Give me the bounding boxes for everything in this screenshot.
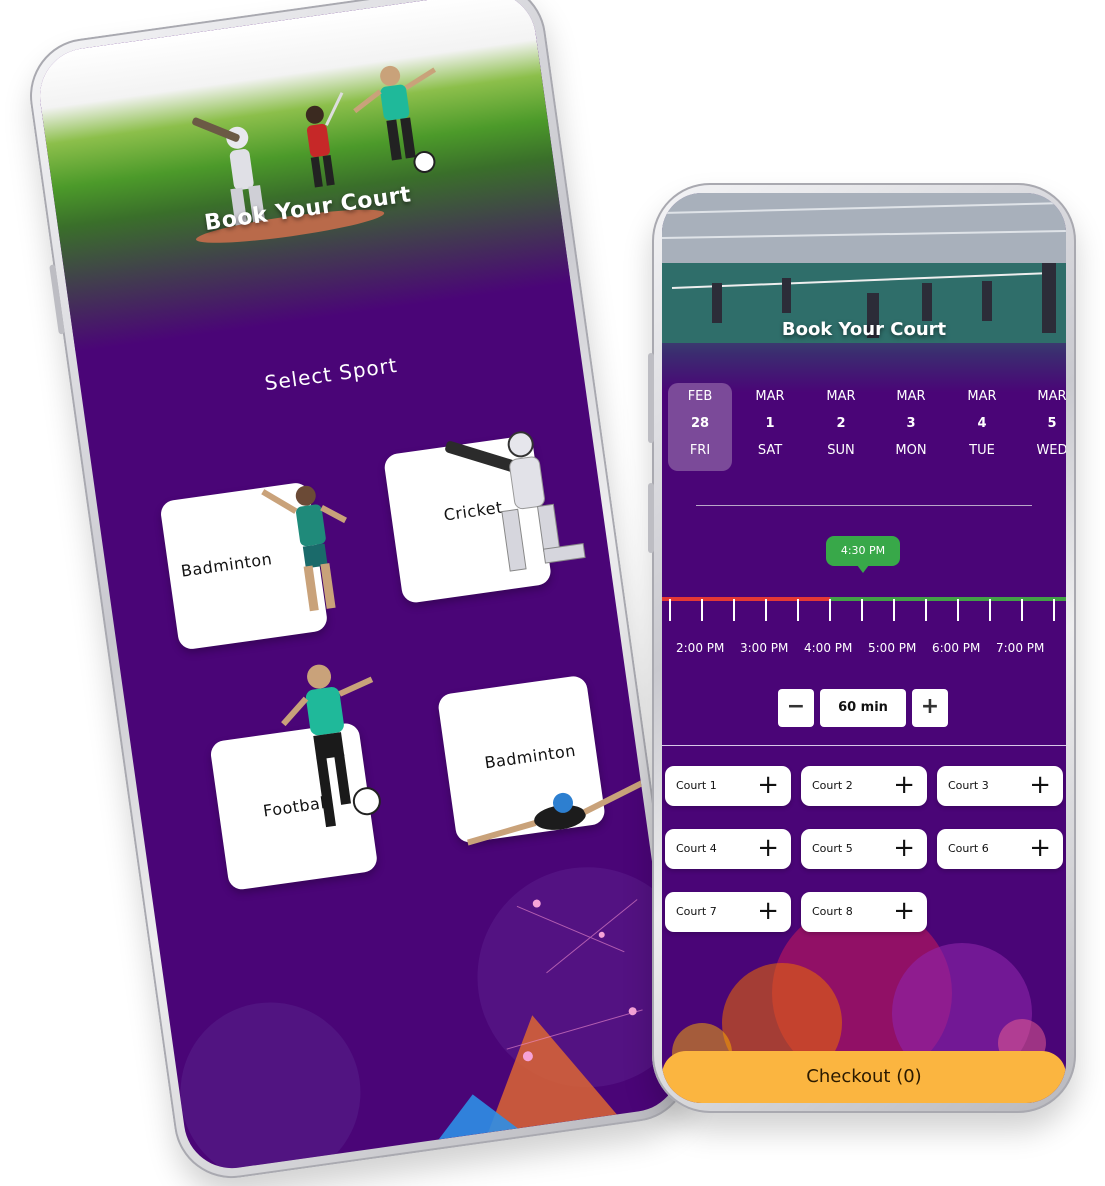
badminton-player-icon <box>261 485 347 612</box>
time-label: 6:00 PM <box>932 641 981 655</box>
date-weekday: SAT <box>757 443 783 458</box>
date-month: MAR <box>1037 389 1066 404</box>
court-name: Court 3 <box>948 779 989 792</box>
time-slider[interactable] <box>662 597 1066 637</box>
badminton-hall-illustration <box>662 193 1066 343</box>
court-button-5[interactable]: Court 5 + <box>801 829 927 869</box>
add-court-icon: + <box>757 896 779 926</box>
football-player-icon <box>281 664 381 828</box>
hero-banner: Book Your Court <box>33 0 571 353</box>
date-day: 28 <box>690 416 710 431</box>
decrease-duration-button[interactable]: − <box>778 689 814 727</box>
court-button-8[interactable]: Court 8 + <box>801 892 927 932</box>
sport-card-label: Badminton <box>483 740 577 773</box>
add-court-icon: + <box>757 770 779 800</box>
date-day: 4 <box>977 416 987 431</box>
date-weekday: MON <box>895 443 927 458</box>
duration-value: 60 min <box>820 689 906 727</box>
date-weekday: TUE <box>969 443 995 458</box>
power-button <box>648 483 654 553</box>
court-button-2[interactable]: Court 2 + <box>801 766 927 806</box>
divider <box>696 505 1032 506</box>
court-name: Court 2 <box>812 779 853 792</box>
time-label: 4:00 PM <box>804 641 853 655</box>
court-name: Court 8 <box>812 905 853 918</box>
divider <box>662 745 1066 746</box>
phone-left: Book Your Court Select Sport Badminton C… <box>22 0 698 1186</box>
date-day: 2 <box>836 416 846 431</box>
add-court-icon: + <box>757 833 779 863</box>
date-weekday: WED <box>1036 443 1066 458</box>
date-item-mar-1[interactable]: MAR 1 SAT <box>738 383 802 471</box>
court-name: Court 5 <box>812 842 853 855</box>
sport-card-cricket[interactable]: Cricket <box>382 431 586 605</box>
court-button-4[interactable]: Court 4 + <box>665 829 791 869</box>
date-month: MAR <box>826 389 856 404</box>
court-name: Court 4 <box>676 842 717 855</box>
sport-card-badminton[interactable]: Badminton <box>159 481 347 651</box>
sport-select-screen: Book Your Court Select Sport Badminton C… <box>33 0 687 1175</box>
date-day: 5 <box>1047 416 1057 431</box>
add-court-icon: + <box>1029 833 1051 863</box>
hero-banner: Book Your Court <box>662 193 1066 393</box>
time-label: 3:00 PM <box>740 641 789 655</box>
selected-time-bubble: 4:30 PM <box>826 536 900 573</box>
court-booking-screen: Book Your Court FEB 28 FRI MAR 1 SAT MAR… <box>662 193 1066 1103</box>
court-button-1[interactable]: Court 1 + <box>665 766 791 806</box>
checkout-button[interactable]: Checkout (0) <box>662 1051 1066 1103</box>
add-court-icon: + <box>893 833 915 863</box>
time-label: 7:00 PM <box>996 641 1045 655</box>
select-sport-heading: Select Sport <box>263 352 399 396</box>
court-button-6[interactable]: Court 6 + <box>937 829 1063 869</box>
add-court-icon: + <box>1029 770 1051 800</box>
add-court-icon: + <box>893 896 915 926</box>
date-month: MAR <box>755 389 785 404</box>
time-label: 2:00 PM <box>676 641 725 655</box>
volume-button <box>49 264 65 335</box>
phone-right: Book Your Court FEB 28 FRI MAR 1 SAT MAR… <box>648 183 1076 1113</box>
date-item-mar-2[interactable]: MAR 2 SUN <box>809 383 873 471</box>
court-name: Court 6 <box>948 842 989 855</box>
time-label: 5:00 PM <box>868 641 917 655</box>
cricket-player-icon <box>445 431 586 572</box>
date-item-feb-28[interactable]: FEB 28 FRI <box>668 383 732 471</box>
date-month: FEB <box>687 389 713 404</box>
athletes-illustration <box>192 65 437 243</box>
date-day: 3 <box>906 416 916 431</box>
court-name: Court 1 <box>676 779 717 792</box>
date-month: MAR <box>896 389 926 404</box>
date-picker: FEB 28 FRI MAR 1 SAT MAR 2 SUN MAR 3 MON… <box>662 383 1066 473</box>
add-court-icon: + <box>893 770 915 800</box>
date-month: MAR <box>967 389 997 404</box>
volume-button <box>648 353 654 443</box>
hero-title: Book Your Court <box>781 319 947 340</box>
date-day: 1 <box>765 416 775 431</box>
court-name: Court 7 <box>676 905 717 918</box>
court-button-3[interactable]: Court 3 + <box>937 766 1063 806</box>
background-art <box>672 903 1046 1063</box>
date-item-mar-3[interactable]: MAR 3 MON <box>879 383 943 471</box>
court-button-7[interactable]: Court 7 + <box>665 892 791 932</box>
date-item-mar-4[interactable]: MAR 4 TUE <box>950 383 1014 471</box>
sport-card-label: Badminton <box>179 549 274 581</box>
date-weekday: SUN <box>827 443 855 458</box>
date-weekday: FRI <box>689 443 711 458</box>
date-item-mar-5[interactable]: MAR 5 WED <box>1020 383 1066 471</box>
increase-duration-button[interactable]: + <box>912 689 948 727</box>
